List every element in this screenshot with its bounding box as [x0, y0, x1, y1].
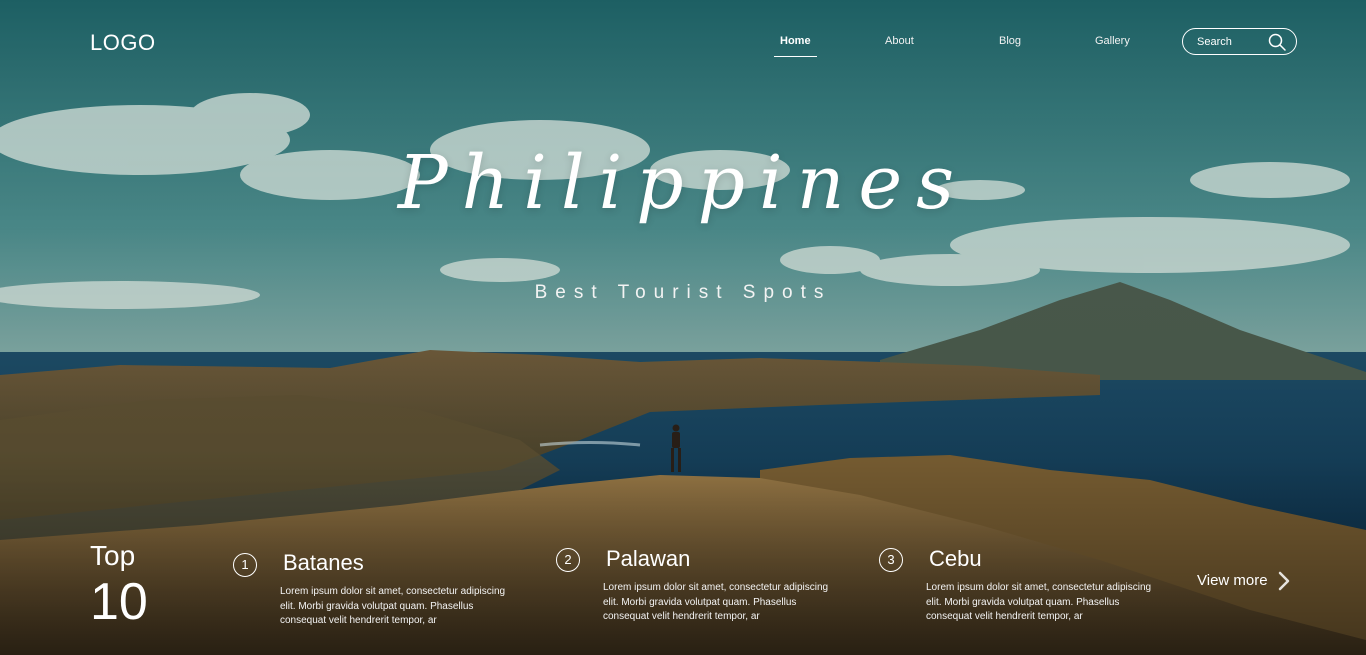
- top10-heading: Top 10: [90, 540, 148, 630]
- spot-description: Lorem ipsum dolor sit amet, consectetur …: [926, 582, 1152, 622]
- top10-number: 10: [90, 573, 148, 631]
- spot-number-badge: 1: [233, 553, 257, 577]
- spot-number-badge: 2: [556, 548, 580, 572]
- nav-item-blog[interactable]: Blog: [999, 35, 1021, 53]
- search-icon[interactable]: [1267, 32, 1287, 52]
- nav-item-home[interactable]: Home: [774, 35, 817, 57]
- spot-name[interactable]: Batanes: [283, 550, 364, 576]
- view-more-label: View more: [1197, 571, 1268, 589]
- view-more-link[interactable]: View more: [1197, 570, 1292, 592]
- spot-description: Lorem ipsum dolor sit amet, consectetur …: [603, 582, 829, 622]
- nav-item-about[interactable]: About: [885, 35, 914, 53]
- spot-name[interactable]: Cebu: [929, 546, 982, 572]
- spot-number-badge: 3: [879, 548, 903, 572]
- hero-subtitle: Best Tourist Spots: [534, 282, 832, 303]
- spot-name[interactable]: Palawan: [606, 546, 690, 572]
- search-placeholder: Search: [1197, 36, 1232, 48]
- nav-item-gallery[interactable]: Gallery: [1095, 35, 1130, 53]
- search-input[interactable]: Search: [1182, 28, 1297, 55]
- top10-label: Top: [90, 540, 136, 571]
- main-navigation: Home About Blog Gallery: [0, 35, 1366, 59]
- landing-page: LOGO Home About Blog Gallery Search Phil…: [0, 0, 1366, 655]
- spot-description: Lorem ipsum dolor sit amet, consectetur …: [280, 586, 506, 626]
- chevron-right-icon: [1278, 571, 1290, 591]
- hero-title: Philippines: [397, 140, 969, 226]
